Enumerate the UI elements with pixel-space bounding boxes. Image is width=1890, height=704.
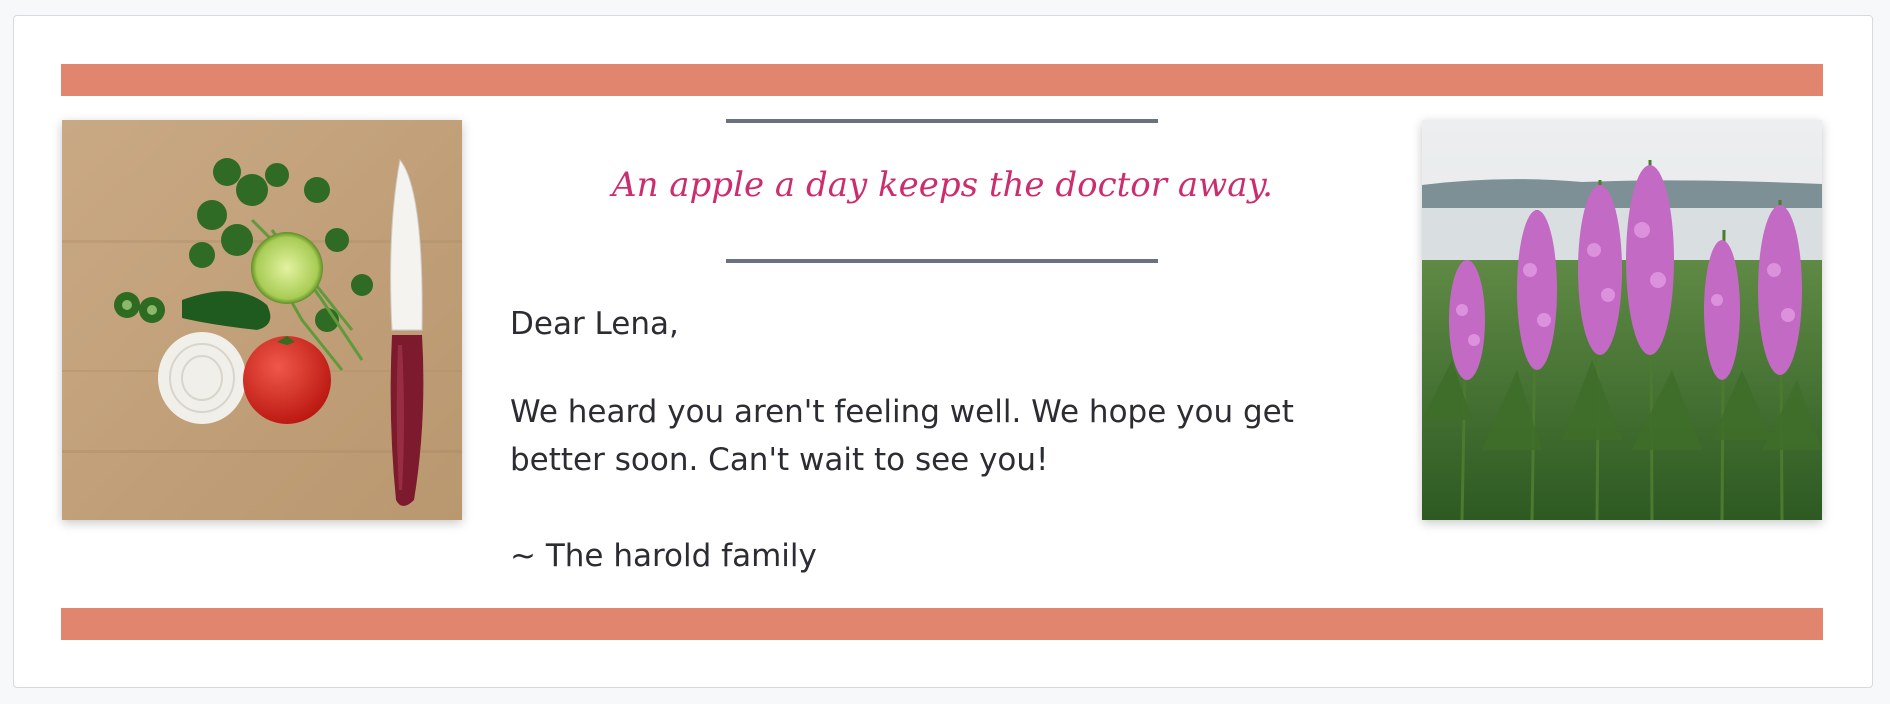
vegetables-image bbox=[62, 120, 462, 520]
letter-signature: ~ The harold family bbox=[510, 538, 817, 574]
flowers-photo bbox=[1422, 120, 1822, 520]
card-quote: An apple a day keeps the doctor away. bbox=[612, 165, 1273, 205]
top-accent-stripe bbox=[61, 64, 1823, 96]
letter-message: We heard you aren't feeling well. We hop… bbox=[510, 394, 1294, 478]
letter-greeting: Dear Lena, bbox=[510, 306, 679, 342]
quote-bottom-rule bbox=[726, 259, 1158, 263]
fireweed-image bbox=[1422, 120, 1822, 520]
vegetables-photo bbox=[62, 120, 462, 520]
letter-body: Dear Lena, We heard you aren't feeling w… bbox=[510, 300, 1390, 580]
bottom-accent-stripe bbox=[61, 608, 1823, 640]
quote-top-rule bbox=[726, 119, 1158, 123]
